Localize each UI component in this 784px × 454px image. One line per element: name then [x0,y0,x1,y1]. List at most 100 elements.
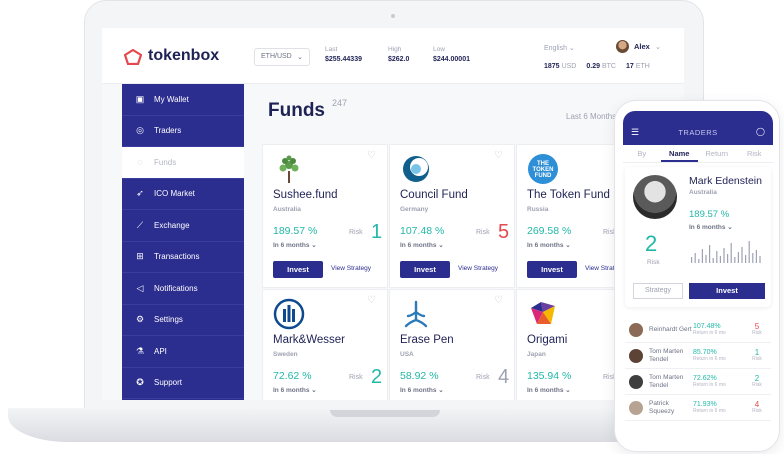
phone-header: ☰ TRADERS ◯ [623,111,773,145]
sidebar-item-label: Settings [154,315,183,325]
chevron-down-icon: ⌄ [654,42,662,51]
activity-bar [701,249,703,263]
activity-bar [712,258,714,263]
risk-label: Risk [476,374,490,381]
activity-bar [698,259,700,263]
sidebar: ▣ My Wallet ◎ Traders ◌ Funds ➶ ICO Market ⟋ Exch… [122,84,244,400]
signpost-icon: ⊞ [136,251,144,262]
laptop-screen: tokenbox ETH/USD ⌄ Last $255.44339 High … [102,28,684,400]
laptop-camera [391,14,395,18]
allianz-logo [273,298,305,330]
sidebar-item-label: Support [154,378,183,388]
user-icon[interactable]: ◯ [756,127,765,136]
fund-country: Russia [527,206,549,213]
phone-frame: ☰ TRADERS ◯ By Name Return Risk Mark Edenst… [614,100,780,452]
thumbs-up-icon[interactable]: ♡ [367,151,379,161]
sidebar-item-label: Exchange [154,220,190,230]
stat-last: Last $255.44339 [325,46,362,63]
fund-return: 58.92 % [400,370,439,382]
fund-card[interactable]: ♡ Sushee.fund Australia 189.57 % In 6 months… [262,144,388,288]
strategy-button[interactable]: Strategy [633,283,683,299]
tab-risk[interactable]: Risk [736,145,774,162]
risk-label: Risk [476,229,490,236]
fund-card[interactable]: ♡Erase PenUSA58.92 %In 6 months ⌄Risk4In… [389,289,515,400]
fund-name: The Token Fund [527,189,610,201]
trader-country: Australia [689,189,717,196]
top-bar: tokenbox ETH/USD ⌄ Last $255.44339 High … [102,28,684,84]
sidebar-item-exchange[interactable]: ⟋ Exchange [122,210,244,242]
fund-period[interactable]: In 6 months ⌄ [527,241,571,249]
list-item[interactable]: Reinhardt Gert 107.48% Return in 6 mo 5 Risk [625,317,771,343]
megaphone-icon: ◁ [136,282,144,293]
invest-button[interactable]: Invest [689,283,765,299]
tab-name[interactable]: Name [660,145,698,162]
sidebar-item-support[interactable]: ✪ Support [122,368,244,399]
traders-list: Reinhardt Gert 107.48% Return in 6 mo 5 Risk… [625,317,771,421]
invest-button[interactable]: Invest [273,261,323,278]
sidebar-item-notifications[interactable]: ◁ Notifications [122,273,244,305]
fund-return: 269.58 % [527,225,572,237]
sidebar-item-label: Funds [154,157,177,167]
sidebar-item-label: Notifications [154,283,198,293]
fund-name: Erase Pen [400,334,454,346]
fund-name: Council Fund [400,189,468,201]
view-strategy-link[interactable]: View Strategy [458,265,498,272]
fund-period[interactable]: In 6 months ⌄ [527,386,571,394]
council-logo [400,153,432,185]
fund-card[interactable]: ♡ Council Fund Germany 107.48 % In 6 months … [389,144,515,288]
stat-low: Low $244.00001 [433,46,470,63]
period-select[interactable]: Last 6 Months [566,112,616,121]
trader-risk: 1 Risk [752,347,762,363]
fund-country: Australia [273,206,301,213]
list-item[interactable]: Patrick Squeezy 71.93% Return in 6 mo 4 Risk [625,395,771,421]
thumbs-up-icon[interactable]: ♡ [494,151,506,161]
fund-name: Sushee.fund [273,189,338,201]
tab-return[interactable]: Return [698,145,736,162]
trader-risk-label: Risk [647,259,660,266]
trader-return: 107.48% Return in 6 mo [693,322,726,336]
thumbs-up-icon[interactable]: ♡ [367,296,379,306]
fund-period[interactable]: In 6 months ⌄ [400,386,444,394]
language-select[interactable]: English ⌄ [544,44,575,52]
invest-button[interactable]: Invest [400,261,450,278]
language-value: English [544,45,567,52]
sidebar-item-label: ICO Market [154,189,195,199]
sidebar-item-settings[interactable]: ⚙ Settings [122,305,244,336]
tokenbox-logo-icon[interactable] [124,49,142,65]
trader-risk: 5 Risk [752,321,762,337]
list-item[interactable]: Tom Marten Tendel 72.62% Return in 6 mo 2 Ri… [625,369,771,395]
currency-pair-select[interactable]: ETH/USD ⌄ [254,48,310,66]
sidebar-item-traders[interactable]: ◎ Traders [122,116,244,147]
risk-label: Risk [349,229,363,236]
trader-return: 72.62% Return in 6 mo [693,374,726,388]
sidebar-item-api[interactable]: ⚗ API [122,336,244,368]
sidebar-item-funds[interactable]: ◌ Funds [122,147,244,179]
app-logo-text[interactable]: tokenbox [148,47,219,65]
list-item[interactable]: Tom Marten Tendel 85.70% Return in 6 mo 1 Ri… [625,343,771,369]
fund-return: 189.57 % [273,225,318,237]
target-icon: ◎ [136,125,144,136]
trader-period[interactable]: In 6 months ⌄ [689,223,733,231]
sidebar-item-ico-market[interactable]: ➶ ICO Market [122,179,244,210]
fund-card[interactable]: ♡ Mark&Wesser Sweden 72.62 % In 6 months ⌄ Ri… [262,289,388,400]
fund-period[interactable]: In 6 months ⌄ [273,386,317,394]
featured-trader-card[interactable]: Mark Edenstein Australia 189.57 % In 6 m… [625,167,771,307]
thumbs-up-icon[interactable]: ♡ [494,296,506,306]
fund-country: Germany [400,206,429,213]
view-strategy-link[interactable]: View Strategy [331,265,371,272]
avatar [629,400,643,415]
invest-button[interactable]: Invest [527,261,577,278]
trader-risk-value: 2 [645,231,658,256]
fund-period[interactable]: In 6 months ⌄ [273,241,317,249]
user-menu[interactable]: Alex ⌄ [616,40,661,53]
tab-by[interactable]: By [623,145,661,162]
stat-value: $255.44339 [325,56,362,63]
fund-return: 107.48 % [400,225,445,237]
sidebar-item-my-wallet[interactable]: ▣ My Wallet [122,84,244,116]
fund-country: USA [400,351,414,358]
fund-period[interactable]: In 6 months ⌄ [400,241,444,249]
phone-title: TRADERS [678,128,718,137]
sidebar-item-transactions[interactable]: ⊞ Transactions [122,242,244,273]
wallet-icon: ▣ [135,93,145,104]
activity-bar [723,248,725,263]
